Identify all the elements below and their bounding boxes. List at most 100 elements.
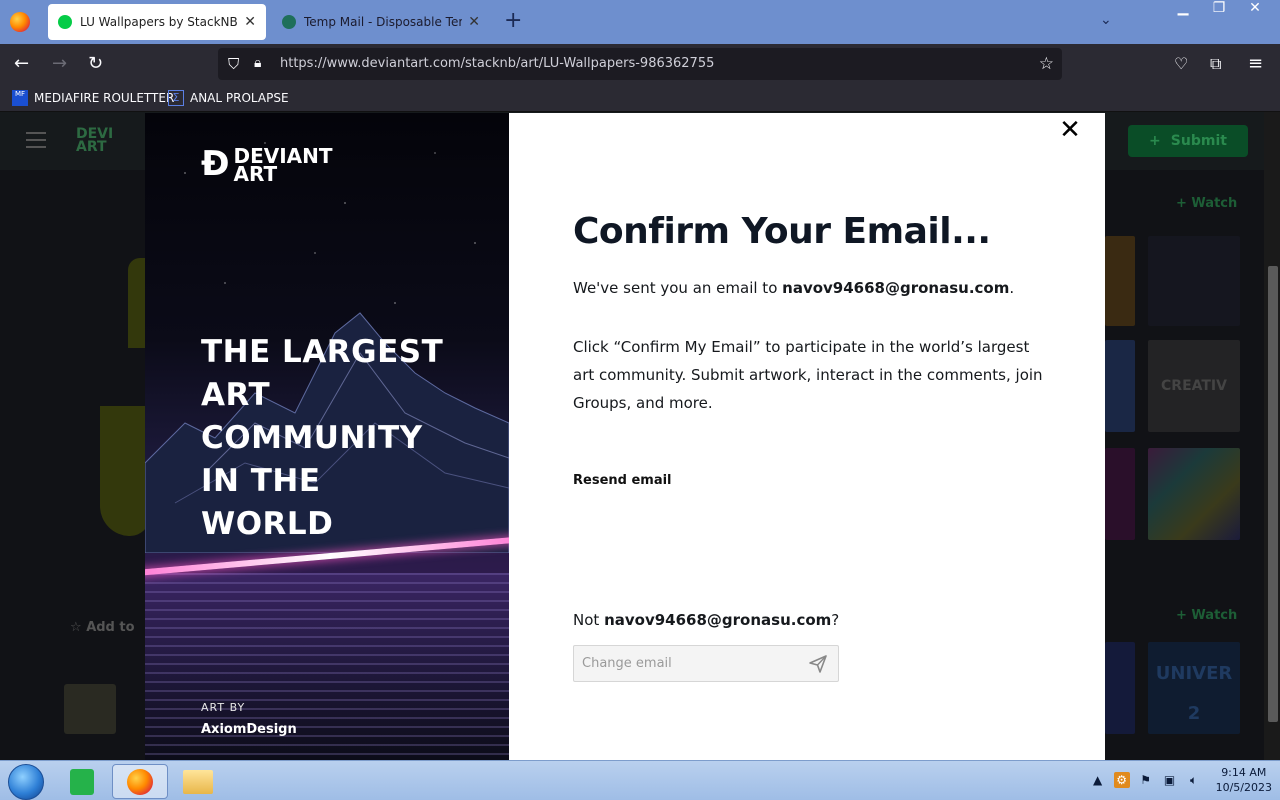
back-arrow-icon[interactable]: ← <box>14 54 29 74</box>
taskbar-explorer-app[interactable] <box>170 764 226 799</box>
submit-button: + Submit <box>1128 125 1248 157</box>
deviantart-logo: Ɖ DEVIANT ART <box>201 144 354 186</box>
minimize-icon[interactable]: ▁ <box>1168 0 1198 18</box>
bookmark-label: ANAL PROLAPSE <box>190 91 289 105</box>
sent-email-address: navov94668@gronasu.com <box>782 279 1010 297</box>
sigma-bookmark-icon: Σ <box>168 90 184 106</box>
tray-app-icon[interactable]: ⚙ <box>1113 772 1130 788</box>
url-host: https://www.deviantart.com <box>280 56 461 71</box>
add-to-label: Add to <box>86 620 135 635</box>
thumbnail <box>1148 448 1240 540</box>
thumbnail <box>1105 340 1135 432</box>
folder-icon <box>183 769 213 794</box>
watch-button: + Watch <box>1176 196 1238 211</box>
url-path: /stacknb/art/LU-Wallpapers-986362755 <box>460 56 715 71</box>
bookmark-star-icon[interactable]: ☆ <box>1039 54 1054 74</box>
notes-app-icon <box>70 768 94 795</box>
thumbnail <box>1148 236 1240 326</box>
system-clock[interactable]: 9:14 AM 10/5/2023 <box>1216 765 1272 795</box>
bookmark-label: MEDIAFIRE ROULETTER <box>34 91 175 105</box>
modal-title: Confirm Your Email... <box>573 211 991 252</box>
change-email-field <box>573 645 839 682</box>
sent-prefix: We've sent you an email to <box>573 279 783 297</box>
list-tabs-chevron-icon[interactable]: ⌄ <box>1100 12 1112 28</box>
show-hidden-icons-icon[interactable]: ▲ <box>1090 772 1106 788</box>
not-suffix: ? <box>831 611 840 629</box>
art-panel-headline: THE LARGEST ART COMMUNITY IN THE WORLD <box>201 334 444 542</box>
change-email-input[interactable] <box>574 646 804 681</box>
start-button[interactable] <box>8 764 44 800</box>
clock-time: 9:14 AM <box>1221 766 1267 779</box>
art-by-label: ART BY <box>201 701 246 714</box>
mediafire-bookmark-icon: MF <box>12 90 28 106</box>
watch-button: + Watch <box>1176 608 1238 623</box>
tab-title: Temp Mail - Disposable Temporary Email <box>304 15 462 29</box>
confirm-instructions: Click “Confirm My Email” to participate … <box>573 338 1043 412</box>
maximize-icon[interactable]: ❐ <box>1204 0 1234 18</box>
bookmarks-toolbar: MF MEDIAFIRE ROULETTER Σ ANAL PROLAPSE <box>0 84 1280 112</box>
art-by-author[interactable]: AxiomDesign <box>201 722 297 737</box>
not-you-message: Not navov94668@gronasu.com? <box>573 611 839 629</box>
tab-deviantart[interactable]: LU Wallpapers by StackNB on DeviantArt ✕ <box>48 4 266 40</box>
taskbar-notes-app[interactable] <box>54 764 110 799</box>
close-tab-icon[interactable]: ✕ <box>468 14 480 30</box>
deviantart-logo-icon: Ɖ <box>201 144 230 184</box>
plus-icon: + <box>1149 133 1161 149</box>
clock-date: 10/5/2023 <box>1215 781 1272 794</box>
firefox-icon <box>127 768 153 795</box>
address-bar[interactable]: ⛉ 🔒︎ https://www.deviantart.com/stacknb/… <box>218 48 1062 80</box>
network-icon[interactable]: ▣ <box>1162 772 1178 788</box>
resend-email-link[interactable]: Resend email <box>573 473 672 488</box>
bookmark-mediafire[interactable]: MF MEDIAFIRE ROULETTER <box>12 90 174 106</box>
not-prefix: Not <box>573 611 605 629</box>
url-text[interactable]: https://www.deviantart.com/stacknb/art/L… <box>280 56 714 71</box>
watch-label: Watch <box>1191 196 1238 211</box>
submit-label: Submit <box>1170 133 1227 149</box>
send-paper-plane-icon[interactable] <box>808 654 828 674</box>
bookmark-second[interactable]: Σ ANAL PROLAPSE <box>168 90 289 106</box>
os-taskbar: ▲ ⚙ ⚑ ▣ 🔈︎ 9:14 AM 10/5/2023 <box>0 760 1280 800</box>
close-window-icon[interactable]: ✕ <box>1240 0 1270 18</box>
action-center-flag-icon[interactable]: ⚑ <box>1138 772 1154 788</box>
deviantart-logo-text: DEVIANT ART <box>233 144 333 186</box>
reload-icon[interactable]: ↻ <box>88 54 103 74</box>
lock-icon[interactable]: 🔒︎ <box>254 55 261 71</box>
confirm-email-modal: ✕ Confirm Your Email... We've sent you a… <box>509 113 1105 760</box>
deviantart-logo: DEVI ART <box>76 126 114 155</box>
tracking-protection-shield-icon[interactable]: ⛉ <box>228 55 239 73</box>
scrollbar-thumb[interactable] <box>1268 266 1278 722</box>
browser-nav-bar: ← → ↻ ⛉ 🔒︎ https://www.deviantart.com/st… <box>0 44 1280 84</box>
neon-grid-decoration <box>145 573 509 760</box>
add-to-favourites-button: ☆ Add to <box>70 620 135 635</box>
close-modal-icon[interactable]: ✕ <box>1057 117 1083 143</box>
forward-arrow-icon[interactable]: → <box>52 54 67 74</box>
new-tab-button[interactable]: + <box>504 10 522 32</box>
firefox-icon[interactable] <box>10 12 30 32</box>
signup-art-panel: Ɖ DEVIANT ART THE LARGEST ART COMMUNITY … <box>145 113 509 760</box>
temp-mail-favicon-icon <box>282 15 296 29</box>
site-menu-icon <box>26 132 46 148</box>
sent-suffix: . <box>1009 279 1015 297</box>
thumbnail: CREATIV <box>1148 340 1240 432</box>
volume-icon[interactable]: 🔈︎ <box>1186 772 1202 788</box>
avatar <box>64 684 116 734</box>
extensions-puzzle-icon[interactable]: ⧉ <box>1210 54 1221 74</box>
close-tab-icon[interactable]: ✕ <box>244 14 256 30</box>
tab-title: LU Wallpapers by StackNB on DeviantArt <box>80 15 238 29</box>
taskbar-firefox-app[interactable] <box>112 764 168 799</box>
browser-tab-bar: LU Wallpapers by StackNB on DeviantArt ✕… <box>0 0 1280 44</box>
thumbnail: UNIVER 2 <box>1148 642 1240 734</box>
deviantart-favicon-icon <box>58 15 72 29</box>
thumbnail <box>1105 236 1135 326</box>
window-controls: ▁ ❐ ✕ <box>1168 0 1270 18</box>
pocket-icon[interactable]: ♡ <box>1174 54 1188 74</box>
tab-temp-mail[interactable]: Temp Mail - Disposable Temporary Email ✕ <box>272 4 490 40</box>
menu-hamburger-icon[interactable]: ≡ <box>1248 54 1263 74</box>
email-sent-message: We've sent you an email to navov94668@gr… <box>573 277 1053 299</box>
thumbnail <box>1105 642 1135 734</box>
wallpaper-preview <box>100 406 150 536</box>
not-email-address: navov94668@gronasu.com <box>604 611 832 629</box>
thumbnail <box>1105 448 1135 540</box>
page-scrollbar[interactable] <box>1264 112 1280 760</box>
watch-label: Watch <box>1191 608 1238 623</box>
